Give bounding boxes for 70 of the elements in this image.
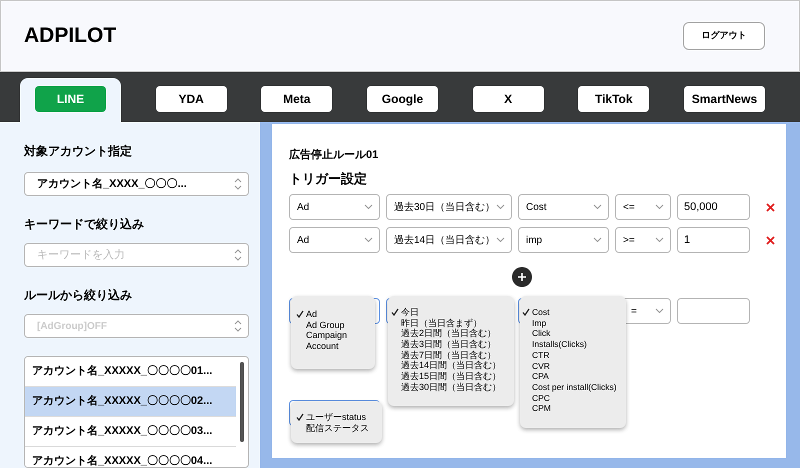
field-label: ルールから絞り込み — [24, 288, 133, 303]
logout-button[interactable]: ログアウト — [683, 22, 765, 50]
chevron-down-icon — [364, 204, 373, 210]
metric-select[interactable]: Cost — [518, 194, 609, 220]
tab[interactable]: YDA — [156, 86, 227, 112]
menu-option[interactable]: Cost — [532, 308, 550, 317]
period-select[interactable]: 過去14日（当日含む） — [386, 227, 512, 253]
chevron-down-icon — [655, 237, 664, 243]
menu-option[interactable]: 過去14日間（当日含む） — [401, 361, 502, 370]
menu-option[interactable]: 過去3日間（当日含む） — [401, 340, 496, 349]
menu-option[interactable]: ユーザーstatus — [306, 412, 366, 422]
menu-option[interactable]: Imp — [532, 318, 546, 328]
menu-option[interactable]: Ad Group — [306, 320, 345, 330]
menu-option[interactable]: 昨日（当日含まず） — [401, 318, 482, 328]
account-list-item[interactable]: アカウント名_XXXXX_〇〇〇〇02... — [25, 387, 236, 417]
metric-select[interactable]: imp — [518, 227, 609, 253]
field-label: 対象アカウント指定 — [24, 144, 133, 159]
value-field[interactable] — [677, 298, 750, 324]
operator-select[interactable]: >= — [615, 227, 671, 253]
section-heading: トリガー設定 — [289, 170, 368, 187]
menu-option[interactable]: Ad — [306, 310, 318, 319]
menu-option[interactable]: 過去30日間（当日含む） — [401, 382, 502, 392]
scrollbar-thumb[interactable] — [240, 362, 244, 442]
menu-option[interactable]: CPM — [532, 404, 551, 413]
tab[interactable]: X — [472, 86, 544, 112]
menu-option[interactable]: 配信ステータス — [306, 424, 369, 433]
menu-option[interactable]: Account — [306, 342, 339, 351]
delete-icon[interactable] — [766, 236, 775, 244]
app-title: ADPILOT — [24, 23, 116, 50]
delete-icon[interactable] — [766, 202, 775, 212]
menu-option[interactable]: 過去2日間（当日含む） — [401, 329, 496, 338]
plus-icon — [518, 273, 526, 281]
chevron-down-icon — [593, 237, 602, 243]
chevron-down-icon — [655, 204, 664, 210]
menu-option[interactable]: 過去15日間（当日含む） — [401, 372, 502, 381]
operator-select[interactable]: <= — [615, 194, 671, 220]
tab[interactable]: Google — [366, 86, 438, 112]
field-label: キーワードで絞り込み — [24, 217, 145, 232]
chevron-down-icon — [593, 204, 602, 210]
period-select[interactable]: 過去30日（当日含む） — [386, 194, 512, 220]
value-field[interactable]: 50,000 — [677, 194, 750, 220]
menu-option[interactable]: Click — [532, 329, 550, 338]
placeholder-text: キーワードを入力 — [37, 248, 125, 263]
chevron-down-icon — [496, 237, 505, 243]
account-select[interactable]: アカウント名_XXXX_〇〇〇... — [24, 172, 249, 196]
menu-option[interactable]: 過去7日間（当日含む） — [401, 350, 496, 360]
menu-option[interactable]: CPC — [532, 394, 550, 402]
menu-option[interactable]: 今日 — [401, 308, 419, 317]
up-down-chevron-icon — [234, 249, 242, 261]
tab[interactable]: SmartNews — [684, 86, 765, 112]
menu-option[interactable]: CVR — [532, 362, 550, 370]
menu-option[interactable]: Installs(Clicks) — [532, 340, 587, 349]
chevron-down-icon — [364, 237, 373, 243]
up-down-chevron-icon — [234, 320, 242, 332]
chevron-down-icon — [655, 308, 664, 314]
target-select[interactable]: Ad — [289, 194, 380, 220]
target-select[interactable]: Ad — [289, 227, 380, 253]
rule-title: 広告停止ルール01 — [289, 148, 380, 162]
account-list-item[interactable]: アカウント名_XXXXX_〇〇〇〇01... — [25, 357, 236, 387]
value-field[interactable]: 1 — [677, 227, 750, 253]
add-condition-button[interactable] — [512, 267, 532, 287]
menu-option[interactable]: CTR — [532, 350, 550, 360]
up-down-chevron-icon — [234, 178, 242, 190]
chevron-down-icon — [496, 204, 505, 210]
menu-option[interactable]: Cost per install(Clicks) — [532, 382, 617, 392]
tab[interactable]: TikTok — [578, 86, 650, 112]
menu-option[interactable]: Campaign — [306, 331, 348, 340]
select-value: アカウント名_XXXX_〇〇〇... — [37, 176, 187, 192]
menu-option[interactable]: CPA — [532, 372, 549, 381]
tab[interactable]: Meta — [261, 86, 332, 112]
